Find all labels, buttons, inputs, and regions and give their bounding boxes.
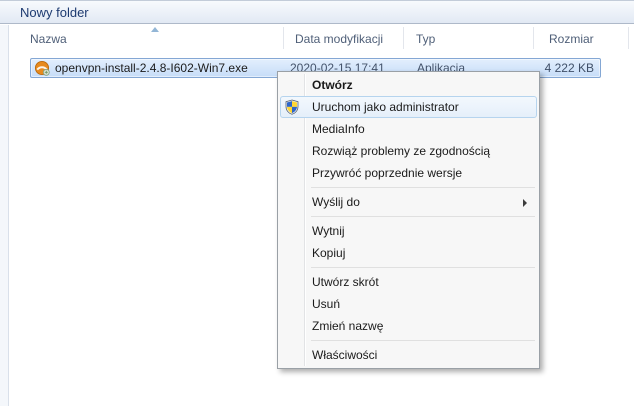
menu-separator [311,187,535,188]
menu-item-open[interactable]: Otwórz [280,74,537,96]
submenu-arrow-icon [523,199,527,207]
menu-separator [311,267,535,268]
file-size: 4 222 KB [545,61,594,75]
folder-title: Nowy folder [20,5,89,20]
menu-item-send-to[interactable]: Wyślij do [280,191,537,213]
menu-separator [311,340,535,341]
file-name: openvpn-install-2.4.8-I602-Win7.exe [55,61,248,75]
navigation-pane-edge [0,25,9,406]
menu-separator [311,216,535,217]
menu-item-run-as-administrator[interactable]: Uruchom jako administrator [280,96,537,118]
uac-shield-icon [284,99,300,115]
menu-item-properties[interactable]: Właściwości [280,344,537,366]
menu-item-create-shortcut[interactable]: Utwórz skrót [280,271,537,293]
column-header-name[interactable]: Nazwa [30,32,67,46]
column-header-size[interactable]: Rozmiar [549,32,594,46]
menu-item-cut[interactable]: Wytnij [280,220,537,242]
menu-item-label: Uruchom jako administrator [312,100,459,114]
column-header-date[interactable]: Data modyfikacji [295,32,383,46]
column-divider[interactable] [533,27,534,49]
column-divider[interactable] [283,27,284,49]
menu-item-label: Wyślij do [312,195,360,209]
menu-item-delete[interactable]: Usuń [280,293,537,315]
menu-item-rename[interactable]: Zmień nazwę [280,315,537,337]
menu-item-copy[interactable]: Kopiuj [280,242,537,264]
openvpn-installer-icon [34,60,50,76]
menu-item-restore-previous-versions[interactable]: Przywróć poprzednie wersje [280,162,537,184]
menu-item-troubleshoot-compatibility[interactable]: Rozwiąż problemy ze zgodnością [280,140,537,162]
context-menu: Otwórz Uruchom jako administrator MediaI… [277,71,540,369]
sort-ascending-icon [151,27,159,32]
menu-item-mediainfo[interactable]: MediaInfo [280,118,537,140]
column-divider[interactable] [628,27,629,49]
column-divider[interactable] [403,27,404,49]
address-bar: Nowy folder [0,0,634,24]
column-header-type[interactable]: Typ [416,32,435,46]
